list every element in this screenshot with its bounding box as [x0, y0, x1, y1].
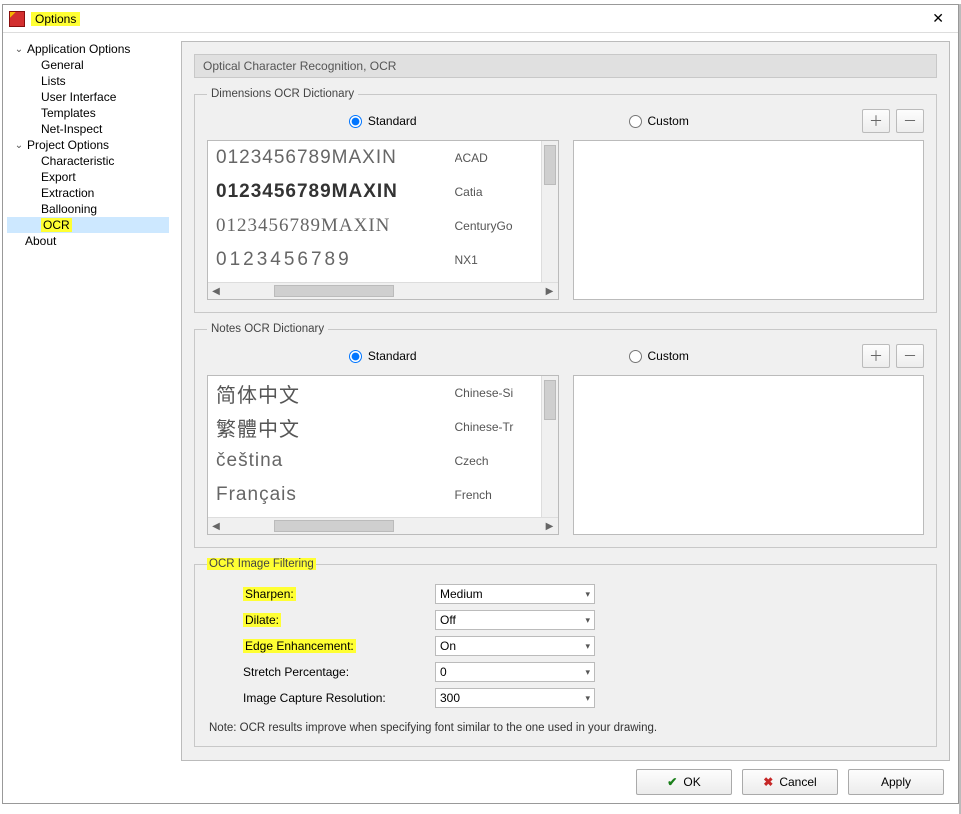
image-filter-legend: OCR Image Filtering: [207, 558, 316, 570]
apply-button[interactable]: Apply: [848, 769, 944, 795]
ok-button[interactable]: ✔OK: [636, 769, 732, 795]
dim-add-button[interactable]: ＋: [862, 109, 890, 133]
titlebar: Options ✕: [3, 5, 958, 33]
notes-remove-button[interactable]: －: [896, 344, 924, 368]
list-item: 繁體中文Chinese-Tr: [208, 410, 541, 444]
tree-extraction[interactable]: Extraction: [7, 185, 169, 201]
sidebar: ⌄ Application Options General Lists User…: [3, 33, 173, 761]
scroll-left-icon[interactable]: ◀: [208, 286, 224, 297]
notes-standard-radio[interactable]: [349, 350, 362, 363]
notes-dict-legend: Notes OCR Dictionary: [207, 323, 328, 335]
dim-standard-radio[interactable]: [349, 115, 362, 128]
stretch-label: Stretch Percentage:: [243, 665, 423, 679]
chevron-down-icon: ▾: [585, 589, 590, 600]
tree-lists[interactable]: Lists: [7, 73, 169, 89]
tree-project-options[interactable]: ⌄ Project Options: [7, 137, 169, 153]
chevron-down-icon: ▾: [585, 667, 590, 678]
dim-custom-label: Custom: [648, 114, 689, 128]
vertical-scrollbar[interactable]: [541, 376, 558, 517]
chevron-down-icon: ⌄: [13, 44, 25, 55]
app-icon: [9, 11, 25, 27]
scroll-right-icon[interactable]: ▶: [542, 286, 558, 297]
sharpen-combo[interactable]: Medium▾: [435, 584, 595, 604]
vertical-scrollbar[interactable]: [541, 141, 558, 282]
scroll-right-icon[interactable]: ▶: [542, 521, 558, 532]
list-item: češtinaCzech: [208, 444, 541, 478]
notes-custom-list[interactable]: [573, 375, 925, 535]
notes-dict-group: Notes OCR Dictionary Standard 简体中文Chines…: [194, 323, 937, 548]
tree-ocr[interactable]: OCR: [7, 217, 169, 233]
cancel-button[interactable]: ✖Cancel: [742, 769, 838, 795]
tree-export[interactable]: Export: [7, 169, 169, 185]
sharpen-label: Sharpen:: [243, 587, 423, 601]
dim-remove-button[interactable]: －: [896, 109, 924, 133]
window-title: Options: [31, 12, 80, 26]
check-icon: ✔: [667, 775, 677, 789]
list-item: 0123456789MAXINCenturyGo: [208, 209, 541, 243]
chevron-down-icon: ⌄: [13, 140, 25, 151]
horizontal-scrollbar[interactable]: ◀ ▶: [208, 517, 558, 534]
image-filter-group: OCR Image Filtering Sharpen: Medium▾ Dil…: [194, 558, 937, 747]
note-text: Note: OCR results improve when specifyin…: [207, 722, 924, 734]
dim-standard-label: Standard: [368, 114, 417, 128]
horizontal-scrollbar[interactable]: ◀ ▶: [208, 282, 558, 299]
edge-combo[interactable]: On▾: [435, 636, 595, 656]
tree-user-interface[interactable]: User Interface: [7, 89, 169, 105]
list-item: 0123456789MAXINACAD: [208, 141, 541, 175]
stretch-combo[interactable]: 0▾: [435, 662, 595, 682]
notes-custom-label: Custom: [648, 349, 689, 363]
tree-app-options[interactable]: ⌄ Application Options: [7, 41, 169, 57]
list-item: 简体中文Chinese-Si: [208, 376, 541, 410]
dilate-label: Dilate:: [243, 613, 423, 627]
dimensions-dict-legend: Dimensions OCR Dictionary: [207, 88, 358, 100]
footer: ✔OK ✖Cancel Apply: [3, 761, 958, 803]
notes-standard-label: Standard: [368, 349, 417, 363]
notes-custom-radio[interactable]: [629, 350, 642, 363]
body: ⌄ Application Options General Lists User…: [3, 33, 958, 761]
list-item: FrançaisFrench: [208, 478, 541, 512]
resolution-label: Image Capture Resolution:: [243, 691, 423, 705]
x-icon: ✖: [763, 775, 773, 789]
content-panel: Optical Character Recognition, OCR Dimen…: [181, 41, 950, 761]
options-window: Options ✕ ⌄ Application Options General …: [2, 4, 959, 804]
notes-listview[interactable]: 简体中文Chinese-Si 繁體中文Chinese-Tr češtinaCze…: [207, 375, 559, 535]
resolution-combo[interactable]: 300▾: [435, 688, 595, 708]
section-title: Optical Character Recognition, OCR: [194, 54, 937, 78]
tree-about[interactable]: About: [7, 233, 169, 249]
tree-general[interactable]: General: [7, 57, 169, 73]
tree-ballooning[interactable]: Ballooning: [7, 201, 169, 217]
dilate-combo[interactable]: Off▾: [435, 610, 595, 630]
list-item: 0123456789MAXINCatia: [208, 175, 541, 209]
tree-templates[interactable]: Templates: [7, 105, 169, 121]
chevron-down-icon: ▾: [585, 641, 590, 652]
content-wrap: Optical Character Recognition, OCR Dimen…: [173, 33, 958, 761]
notes-add-button[interactable]: ＋: [862, 344, 890, 368]
chevron-down-icon: ▾: [585, 693, 590, 704]
chevron-down-icon: ▾: [585, 615, 590, 626]
tree-net-inspect[interactable]: Net-Inspect: [7, 121, 169, 137]
scroll-left-icon[interactable]: ◀: [208, 521, 224, 532]
list-item: 0123456789NX1: [208, 243, 541, 277]
tree-characteristic[interactable]: Characteristic: [7, 153, 169, 169]
dimensions-dict-group: Dimensions OCR Dictionary Standard 01234…: [194, 88, 937, 313]
dim-custom-list[interactable]: [573, 140, 925, 300]
close-icon[interactable]: ✕: [924, 8, 952, 29]
edge-label: Edge Enhancement:: [243, 639, 423, 653]
dim-custom-radio[interactable]: [629, 115, 642, 128]
dim-listview[interactable]: 0123456789MAXINACAD 0123456789MAXINCatia…: [207, 140, 559, 300]
